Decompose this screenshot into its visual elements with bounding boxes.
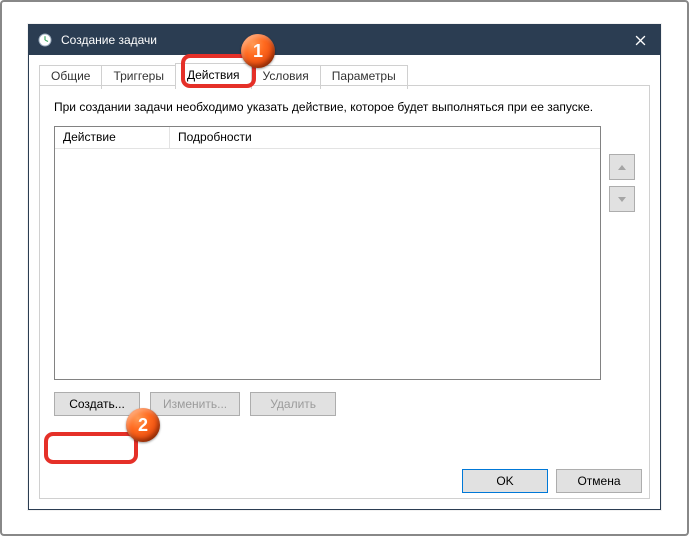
edit-button[interactable]: Изменить... (150, 392, 240, 416)
chevron-down-icon (618, 197, 626, 202)
panel-description: При создании задачи необходимо указать д… (54, 100, 635, 114)
close-button[interactable] (620, 25, 660, 55)
table-header: Действие Подробности (55, 127, 600, 149)
clock-icon (37, 32, 53, 48)
create-button[interactable]: Создать... (54, 392, 140, 416)
column-header-action[interactable]: Действие (55, 127, 170, 148)
cancel-button[interactable]: Отмена (556, 469, 642, 493)
dialog-buttons: OK Отмена (462, 469, 642, 493)
delete-button[interactable]: Удалить (250, 392, 336, 416)
move-down-button[interactable] (609, 186, 635, 212)
chevron-up-icon (618, 165, 626, 170)
tab-strip: Общие Триггеры Действия Условия Параметр… (29, 55, 660, 87)
client-area: Общие Триггеры Действия Условия Параметр… (29, 55, 660, 509)
create-task-dialog: Создание задачи Общие Триггеры Действия … (28, 24, 661, 510)
reorder-buttons (609, 126, 635, 380)
tab-actions[interactable]: Действия (175, 63, 252, 87)
window-title: Создание задачи (61, 33, 620, 47)
titlebar: Создание задачи (29, 25, 660, 55)
move-up-button[interactable] (609, 154, 635, 180)
marker-2: 2 (126, 408, 160, 442)
ok-button[interactable]: OK (462, 469, 548, 493)
actions-list[interactable]: Действие Подробности (54, 126, 601, 380)
column-header-details[interactable]: Подробности (170, 127, 600, 148)
marker-1: 1 (241, 34, 275, 68)
